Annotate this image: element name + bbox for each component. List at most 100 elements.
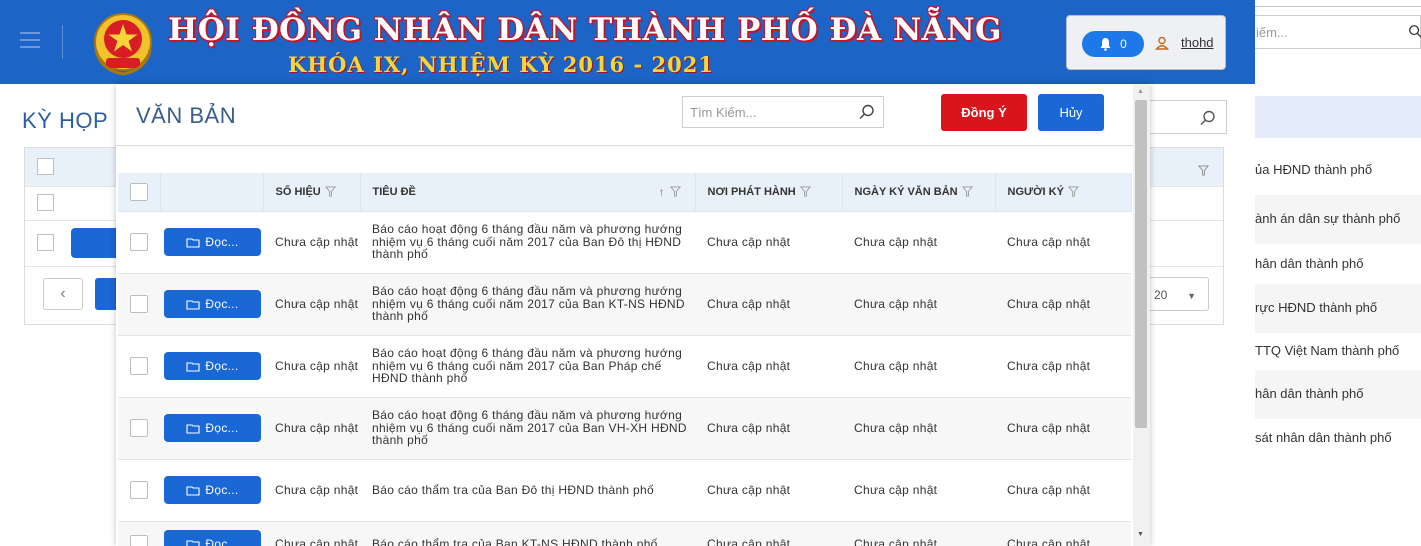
table-header-row: SỐ HIỆU TIÊU ĐỀ ↑ NƠI PHÁT HÀNH NGÀY KÝ V… bbox=[118, 173, 1132, 211]
table-row[interactable]: Đọc... Chưa cập nhật Báo cáo thẩm tra củ… bbox=[118, 458, 1131, 521]
filter-icon[interactable] bbox=[669, 186, 681, 197]
cell-nguoi-ky: Chưa cập nhật bbox=[995, 396, 1131, 459]
read-button[interactable]: Đọc... bbox=[164, 476, 261, 504]
prev-page-button[interactable]: ‹ bbox=[43, 278, 83, 310]
row-checkbox[interactable] bbox=[130, 233, 148, 251]
read-button-label: Đọc... bbox=[205, 482, 239, 497]
sort-ascending-icon[interactable]: ↑ bbox=[659, 185, 665, 199]
cell-so-hieu: Chưa cập nhật bbox=[263, 334, 360, 397]
select-all-checkbox[interactable] bbox=[130, 182, 148, 201]
cell-noi-phat-hanh: Chưa cập nhật bbox=[695, 272, 842, 335]
cell-noi-phat-hanh: Chưa cập nhật bbox=[695, 520, 842, 546]
book-icon bbox=[186, 485, 200, 496]
table-row[interactable]: Đọc... Chưa cập nhật Báo cáo hoạt động 6… bbox=[118, 334, 1131, 397]
cancel-button[interactable]: Hủy bbox=[1038, 94, 1104, 131]
read-button[interactable]: Đọc... bbox=[164, 414, 261, 442]
page-search-input[interactable]: iếm... bbox=[1243, 15, 1421, 49]
read-button[interactable]: Đọc... bbox=[164, 530, 261, 546]
row-checkbox[interactable] bbox=[130, 357, 148, 375]
cell-tieu-de: Báo cáo hoạt động 6 tháng đầu năm và phư… bbox=[360, 272, 695, 335]
document-dialog: VĂN BẢN Tìm Kiếm... Đồng Ý Hủy SỐ HIỆU T… bbox=[116, 84, 1150, 546]
list-item[interactable]: ủa HĐND thành phố bbox=[1255, 146, 1421, 195]
row-checkbox[interactable] bbox=[37, 194, 54, 211]
read-button[interactable]: Đọc... bbox=[164, 228, 261, 256]
cell-nguoi-ky: Chưa cập nhật bbox=[995, 272, 1131, 335]
column-nguoi-ky[interactable]: NGƯỜI KÝ bbox=[995, 173, 1132, 211]
cell-noi-phat-hanh: Chưa cập nhật bbox=[695, 458, 842, 521]
dialog-search-input[interactable]: Tìm Kiếm... bbox=[682, 96, 884, 128]
bell-icon bbox=[1100, 38, 1111, 51]
table-row[interactable]: Đọc... Chưa cập nhật Báo cáo thẩm tra củ… bbox=[118, 520, 1131, 546]
dialog-search-placeholder: Tìm Kiếm... bbox=[690, 105, 757, 120]
column-ngay-ky[interactable]: NGÀY KÝ VĂN BẢN bbox=[842, 173, 996, 211]
page-size-value: 20 bbox=[1154, 288, 1168, 302]
row-checkbox[interactable] bbox=[130, 419, 148, 437]
filter-icon[interactable] bbox=[961, 186, 973, 197]
filter-icon[interactable] bbox=[1067, 186, 1079, 197]
list-item[interactable]: hân dân thành phố bbox=[1255, 370, 1421, 419]
list-item[interactable]: hân dân thành phố bbox=[1255, 240, 1421, 289]
column-so-hieu[interactable]: SỐ HIỆU bbox=[263, 173, 361, 211]
table-row[interactable]: Đọc... Chưa cập nhật Báo cáo hoạt động 6… bbox=[118, 272, 1131, 335]
read-button-label: Đọc... bbox=[205, 536, 239, 546]
background-search-input[interactable] bbox=[1145, 100, 1227, 134]
cell-ngay-ky: Chưa cập nhật bbox=[842, 334, 995, 397]
national-emblem-logo bbox=[94, 13, 152, 76]
username-link[interactable]: thohd bbox=[1181, 35, 1214, 50]
row-checkbox[interactable] bbox=[37, 234, 54, 251]
document-table: SỐ HIỆU TIÊU ĐỀ ↑ NƠI PHÁT HÀNH NGÀY KÝ V… bbox=[118, 173, 1132, 546]
page-search-placeholder: iếm... bbox=[1256, 25, 1288, 40]
cell-nguoi-ky: Chưa cập nhật bbox=[995, 334, 1131, 397]
book-icon bbox=[186, 299, 200, 310]
read-button-label: Đọc... bbox=[205, 234, 239, 249]
row-checkbox[interactable] bbox=[130, 481, 148, 499]
dialog-scrollbar[interactable]: ▲ ▼ bbox=[1133, 84, 1150, 546]
row-checkbox[interactable] bbox=[130, 295, 148, 313]
cell-ngay-ky: Chưa cập nhật bbox=[842, 272, 995, 335]
dialog-title: VĂN BẢN bbox=[136, 103, 237, 128]
filter-icon[interactable] bbox=[324, 186, 336, 197]
cell-ngay-ky: Chưa cập nhật bbox=[842, 210, 995, 273]
read-button-label: Đọc... bbox=[205, 358, 239, 373]
column-label: TIÊU ĐỀ bbox=[372, 185, 416, 198]
column-noi-phat-hanh[interactable]: NƠI PHÁT HÀNH bbox=[695, 173, 843, 211]
list-item[interactable]: rực HĐND thành phố bbox=[1255, 284, 1421, 333]
column-label: NGƯỜI KÝ bbox=[1007, 185, 1064, 198]
select-all-checkbox[interactable] bbox=[37, 158, 54, 175]
column-label: NGÀY KÝ VĂN BẢN bbox=[854, 185, 958, 198]
search-icon[interactable] bbox=[859, 104, 875, 120]
read-button[interactable]: Đọc... bbox=[164, 290, 261, 318]
page-title: KỲ HỌP bbox=[22, 108, 109, 133]
action-column-header bbox=[160, 173, 264, 211]
list-item[interactable]: sát nhân dân thành phố bbox=[1255, 414, 1421, 463]
scroll-up-icon[interactable]: ▲ bbox=[1137, 88, 1144, 95]
menu-icon[interactable] bbox=[20, 32, 40, 53]
cell-ngay-ky: Chưa cập nhật bbox=[842, 396, 995, 459]
list-item[interactable]: TTQ Việt Nam thành phố bbox=[1255, 327, 1421, 376]
column-tieu-de[interactable]: TIÊU ĐỀ ↑ bbox=[360, 173, 696, 211]
scroll-down-icon[interactable]: ▼ bbox=[1137, 531, 1144, 538]
scrollbar-thumb[interactable] bbox=[1135, 100, 1147, 428]
cell-noi-phat-hanh: Chưa cập nhật bbox=[695, 334, 842, 397]
notification-button[interactable]: 0 bbox=[1082, 31, 1144, 57]
read-button-label: Đọc... bbox=[205, 420, 239, 435]
cell-tieu-de: Báo cáo hoạt động 6 tháng đầu năm và phư… bbox=[360, 334, 695, 397]
search-icon[interactable] bbox=[1408, 24, 1421, 38]
cell-nguoi-ky: Chưa cập nhật bbox=[995, 458, 1131, 521]
row-checkbox[interactable] bbox=[130, 535, 148, 546]
cell-tieu-de: Báo cáo hoạt động 6 tháng đầu năm và phư… bbox=[360, 396, 695, 459]
table-row[interactable]: Đọc... Chưa cập nhật Báo cáo hoạt động 6… bbox=[118, 396, 1131, 459]
right-panel-list: ủa HĐND thành phố ành án dân sự thành ph… bbox=[1255, 96, 1421, 546]
cell-nguoi-ky: Chưa cập nhật bbox=[995, 210, 1131, 273]
list-item[interactable]: ành án dân sự thành phố bbox=[1255, 195, 1421, 244]
read-button[interactable]: Đọc... bbox=[164, 352, 261, 380]
table-row[interactable]: Đọc... Chưa cập nhật Báo cáo hoạt động 6… bbox=[118, 210, 1131, 273]
filter-icon[interactable] bbox=[1198, 165, 1209, 176]
confirm-button[interactable]: Đồng Ý bbox=[941, 94, 1027, 131]
cell-tieu-de: Báo cáo hoạt động 6 tháng đầu năm và phư… bbox=[360, 210, 695, 273]
select-all-cell bbox=[118, 173, 161, 211]
filter-icon[interactable] bbox=[799, 186, 811, 197]
council-title: HỘI ĐỒNG NHÂN DÂN THÀNH PHỐ ĐÀ NẴNG bbox=[168, 12, 1003, 48]
search-icon[interactable] bbox=[1200, 110, 1216, 126]
notification-count: 0 bbox=[1120, 37, 1127, 51]
